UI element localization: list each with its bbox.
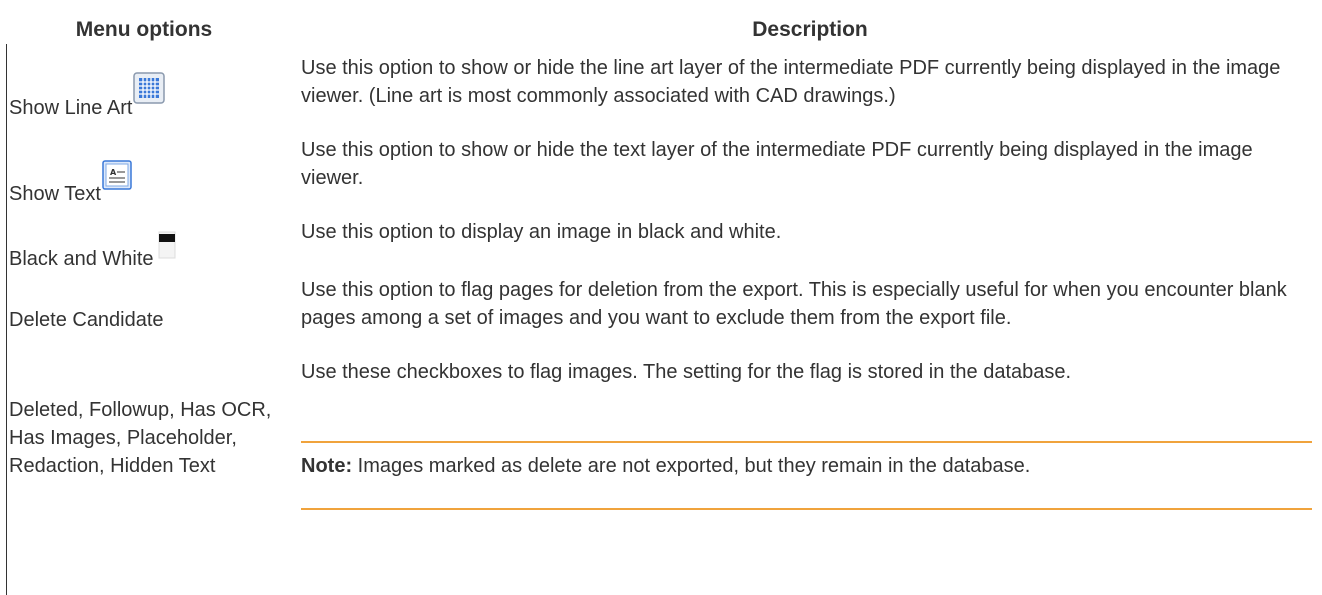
menu-option-label: Show Line Art xyxy=(9,97,133,119)
menu-option-black-and-white: Black and White xyxy=(9,231,289,273)
description-black-and-white: Use this option to display an image in b… xyxy=(301,221,782,243)
column-header-menu-options: Menu options xyxy=(75,18,213,41)
menu-option-label: Black and White xyxy=(9,248,154,270)
note-top-rule xyxy=(301,441,1312,443)
svg-text:A: A xyxy=(110,168,117,177)
line-art-grid-icon xyxy=(133,72,166,112)
left-table-border xyxy=(6,44,7,595)
menu-option-delete-candidate: Delete Candidate xyxy=(9,309,164,331)
column-header-description: Description xyxy=(752,18,868,41)
menu-option-flags: Deleted, Followup, Has OCR, Has Images, … xyxy=(9,399,272,477)
menu-option-show-line-art: Show Line Art xyxy=(9,72,289,122)
description-delete-candidate: Use this option to flag pages for deleti… xyxy=(301,279,1287,329)
description-flags: Use these checkboxes to flag images. The… xyxy=(301,361,1072,383)
description-show-text: Use this option to show or hide the text… xyxy=(301,139,1253,189)
menu-option-show-text: Show Text A xyxy=(9,160,289,208)
black-white-icon xyxy=(158,231,176,267)
note-text: Images marked as delete are not exported… xyxy=(352,455,1031,477)
description-show-line-art: Use this option to show or hide the line… xyxy=(301,57,1281,107)
menu-option-label: Show Text xyxy=(9,183,101,205)
note-label: Note: xyxy=(301,455,353,477)
note-box: Note: Images marked as delete are not ex… xyxy=(301,452,1311,480)
menu-options-table: Menu options Description Show Line Art U… xyxy=(0,0,1322,595)
text-layer-icon: A xyxy=(102,160,132,198)
note-bottom-rule xyxy=(301,508,1312,510)
